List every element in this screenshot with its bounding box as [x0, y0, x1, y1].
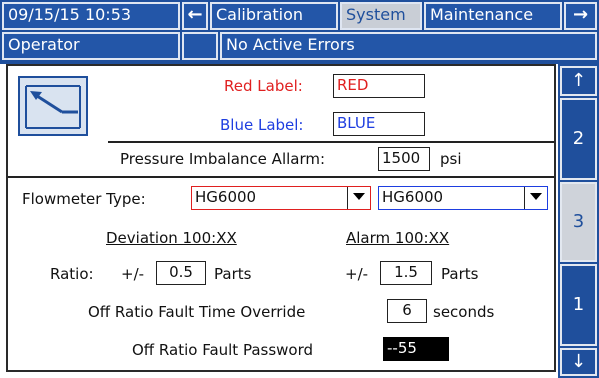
- override-caption: Off Ratio Fault Time Override: [88, 303, 306, 321]
- divider: [8, 176, 554, 178]
- override-input[interactable]: 6: [387, 299, 427, 323]
- alarm-input[interactable]: 1.5: [380, 261, 432, 285]
- gun-setup-button[interactable]: [18, 76, 88, 136]
- user-level: Operator: [2, 32, 180, 60]
- chevron-down-icon[interactable]: [524, 187, 547, 209]
- alarm-unit: Parts: [441, 265, 479, 283]
- right-arrow-icon: →: [572, 4, 589, 25]
- deviation-input[interactable]: 0.5: [156, 261, 206, 285]
- tab-system[interactable]: System: [340, 2, 422, 30]
- deviation-unit: Parts: [214, 265, 252, 283]
- flowmeter-type-caption: Flowmeter Type:: [22, 190, 146, 208]
- alarm-heading: Alarm 100:XX: [346, 229, 450, 247]
- system-panel: [6, 64, 556, 372]
- valve-icon: [25, 85, 81, 129]
- password-input[interactable]: --55: [383, 337, 449, 361]
- tab-calibration[interactable]: Calibration: [210, 2, 338, 30]
- password-caption: Off Ratio Fault Password: [132, 341, 314, 359]
- next-screen-button[interactable]: →: [564, 2, 597, 30]
- prev-screen-button[interactable]: ←: [182, 2, 208, 30]
- page-3-button[interactable]: 3: [560, 182, 597, 262]
- page-2-button[interactable]: 2: [560, 98, 597, 180]
- tab-maintenance[interactable]: Maintenance: [424, 2, 562, 30]
- divider: [108, 141, 554, 143]
- flowmeter-blue-value: HG6000: [382, 188, 444, 206]
- flowmeter-blue-select[interactable]: HG6000: [378, 186, 548, 210]
- status-indicator: [182, 32, 218, 60]
- flowmeter-red-select[interactable]: HG6000: [191, 186, 371, 210]
- pressure-imbalance-caption: Pressure Imbalance Allarm:: [120, 150, 326, 168]
- pressure-unit: psi: [440, 150, 462, 168]
- override-unit: seconds: [433, 303, 495, 321]
- alarm-plusminus: +/-: [345, 265, 369, 283]
- page-up-button[interactable]: ↑: [560, 66, 597, 96]
- up-arrow-icon: ↑: [570, 70, 587, 91]
- deviation-plusminus: +/-: [121, 265, 145, 283]
- down-arrow-icon: ↓: [570, 351, 587, 372]
- error-status: No Active Errors: [220, 32, 597, 60]
- page-1-button[interactable]: 1: [560, 264, 597, 346]
- deviation-heading: Deviation 100:XX: [106, 229, 237, 247]
- chevron-down-icon[interactable]: [347, 187, 370, 209]
- page-down-button[interactable]: ↓: [560, 348, 597, 376]
- red-label-caption: Red Label:: [224, 77, 303, 95]
- flowmeter-red-value: HG6000: [195, 188, 257, 206]
- red-label-input[interactable]: RED: [333, 74, 425, 98]
- blue-label-caption: Blue Label:: [220, 116, 304, 134]
- blue-label-input[interactable]: BLUE: [333, 112, 425, 136]
- datetime: 09/15/15 10:53: [2, 2, 180, 30]
- pressure-imbalance-input[interactable]: 1500: [378, 147, 430, 171]
- ratio-caption: Ratio:: [50, 265, 94, 283]
- left-arrow-icon: ←: [187, 4, 203, 25]
